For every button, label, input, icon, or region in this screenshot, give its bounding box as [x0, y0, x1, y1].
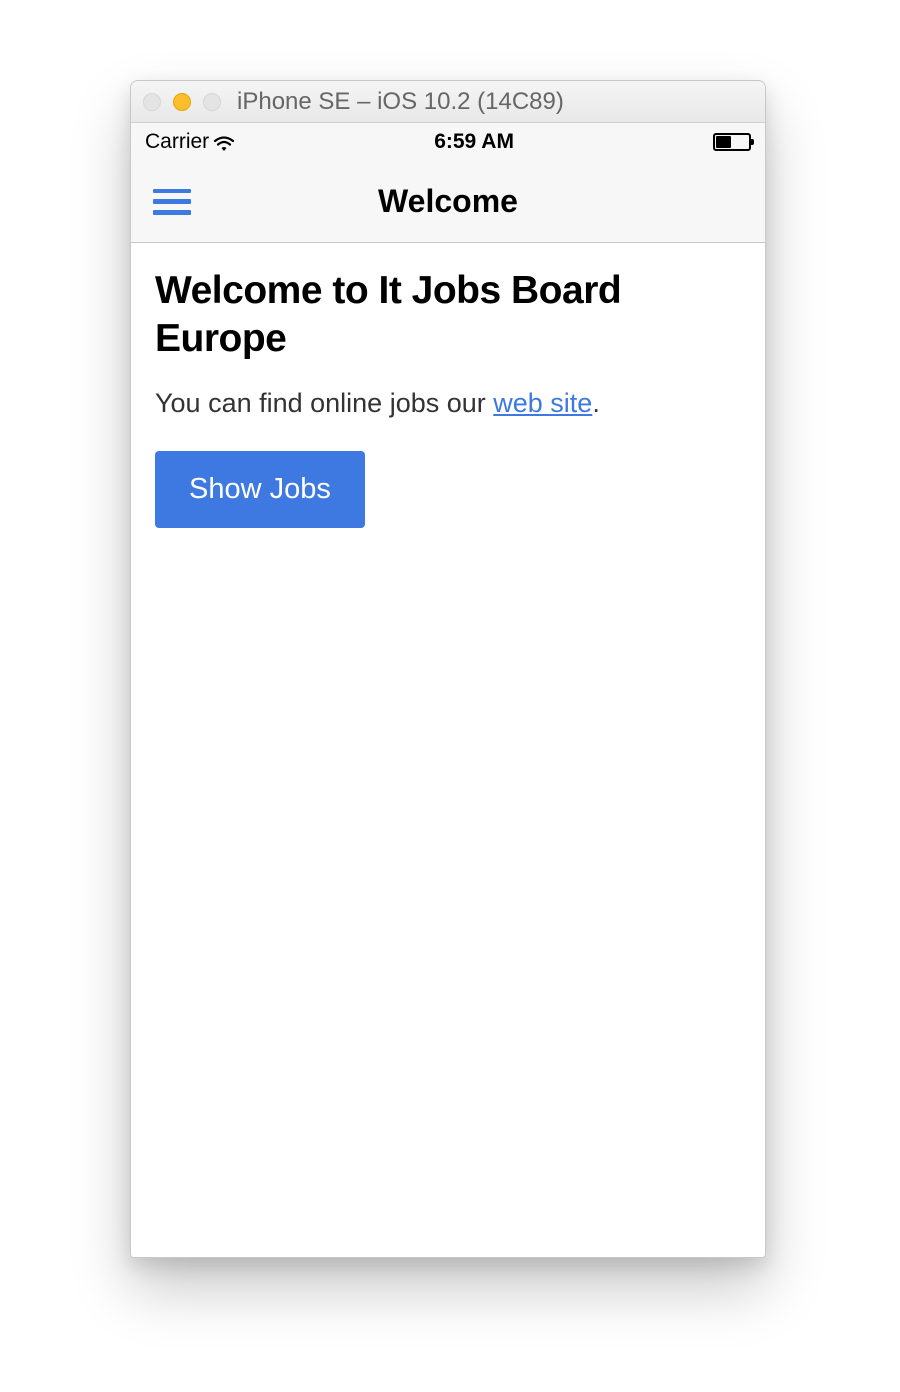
battery-icon [713, 133, 751, 151]
window-controls [143, 93, 221, 111]
zoom-window-button[interactable] [203, 93, 221, 111]
navbar-title: Welcome [131, 183, 765, 220]
content-area: Welcome to It Jobs Board Europe You can … [131, 243, 765, 1257]
page-heading: Welcome to It Jobs Board Europe [155, 267, 741, 364]
window-title: iPhone SE – iOS 10.2 (14C89) [221, 88, 753, 116]
minimize-window-button[interactable] [173, 93, 191, 111]
status-right [713, 133, 751, 151]
carrier-label: Carrier [145, 130, 209, 154]
ios-status-bar: Carrier 6:59 AM [131, 123, 765, 161]
wifi-icon [213, 134, 235, 150]
ios-navbar: Welcome [131, 161, 765, 243]
intro-prefix: You can find online jobs our [155, 388, 493, 418]
status-left: Carrier [145, 130, 235, 154]
status-time: 6:59 AM [434, 130, 514, 154]
close-window-button[interactable] [143, 93, 161, 111]
mac-titlebar: iPhone SE – iOS 10.2 (14C89) [131, 81, 765, 123]
website-link[interactable]: web site [493, 388, 592, 418]
intro-text: You can find online jobs our web site. [155, 388, 741, 419]
simulator-window: iPhone SE – iOS 10.2 (14C89) Carrier 6:5… [130, 80, 766, 1258]
show-jobs-button[interactable]: Show Jobs [155, 451, 365, 528]
battery-fill [716, 136, 731, 148]
intro-suffix: . [592, 388, 600, 418]
menu-icon[interactable] [153, 189, 191, 215]
